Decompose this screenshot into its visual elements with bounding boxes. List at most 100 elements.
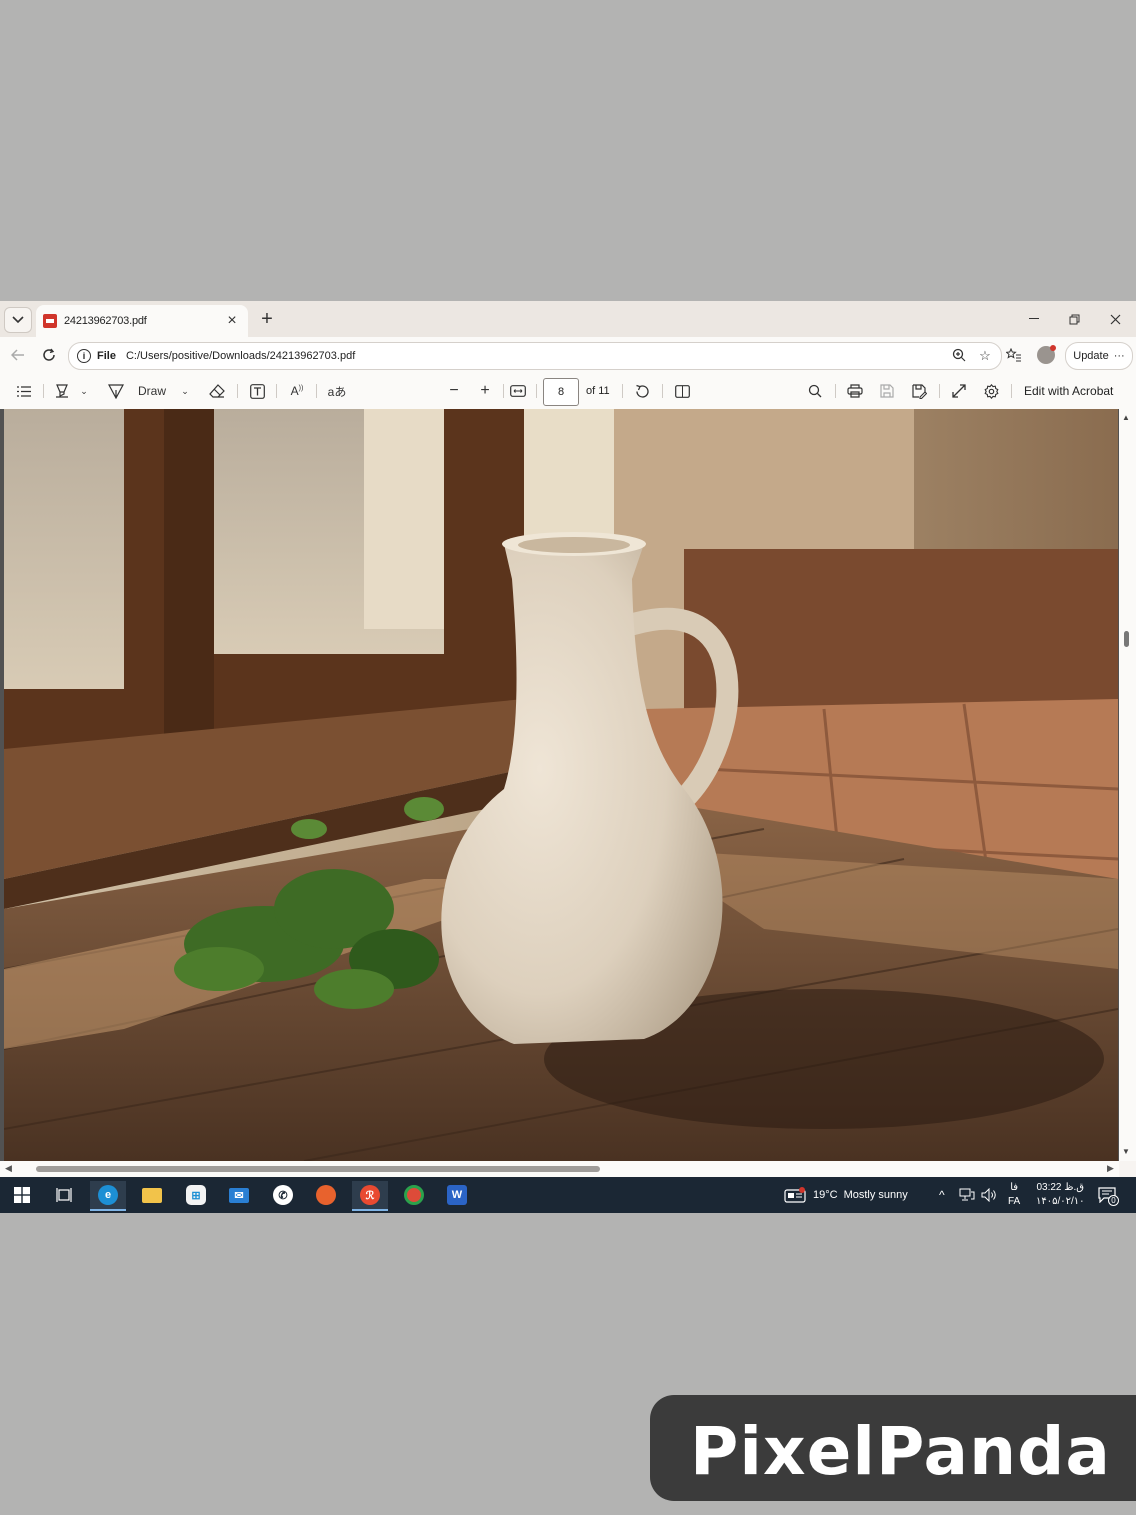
draw-button[interactable]: Draw	[108, 379, 178, 403]
pdf-viewport[interactable]: ▲ ▼	[0, 409, 1136, 1161]
profile-avatar[interactable]	[1036, 342, 1056, 368]
fit-page-button[interactable]	[506, 379, 530, 403]
save-as-button[interactable]	[907, 379, 931, 403]
eraser-icon	[209, 384, 225, 398]
toolbar-divider	[536, 384, 537, 398]
taskbar-edge[interactable]: e	[90, 1181, 126, 1211]
taskbar-mail[interactable]: ✉	[221, 1181, 257, 1209]
add-text-button[interactable]	[245, 379, 269, 403]
notifications-button[interactable]: 0	[1098, 1177, 1127, 1213]
restore-button[interactable]	[1054, 301, 1094, 337]
info-icon[interactable]: i	[77, 349, 91, 363]
restore-icon	[1069, 314, 1079, 324]
tab-strip: 24213962703.pdf × +	[0, 301, 1136, 337]
taskbar-whatsapp[interactable]: ✆	[265, 1181, 301, 1209]
toolbar-divider	[276, 384, 277, 398]
volume-icon[interactable]	[981, 1177, 997, 1213]
vertical-scroll-thumb[interactable]	[1124, 631, 1129, 647]
new-tab-button[interactable]: +	[256, 308, 278, 330]
folder-icon	[142, 1187, 162, 1203]
clock[interactable]: 03:22 ق.ظ ۱۴۰۵/۰۲/۱۰	[1036, 1177, 1085, 1213]
find-button[interactable]	[803, 379, 827, 403]
favorites-icon[interactable]	[1004, 342, 1024, 368]
task-view-button[interactable]	[46, 1181, 82, 1209]
whatsapp-icon: ✆	[273, 1185, 293, 1205]
url-text[interactable]: C:/Users/positive/Downloads/24213962703.…	[126, 350, 949, 362]
toolbar-divider	[939, 384, 940, 398]
chevron-down-icon: ⌄	[80, 385, 88, 396]
page-view-button[interactable]	[670, 379, 694, 403]
close-tab-icon[interactable]: ×	[222, 312, 242, 330]
more-icon: ···	[1113, 350, 1125, 362]
highlight-dropdown[interactable]: ⌄	[76, 379, 92, 403]
browser-window: 24213962703.pdf × + i File C:/Users/posi…	[0, 301, 1136, 1213]
weather-widget[interactable]: 19°C Mostly sunny	[784, 1177, 908, 1213]
scroll-down-icon[interactable]: ▼	[1122, 1147, 1130, 1156]
scroll-up-icon[interactable]: ▲	[1122, 413, 1130, 422]
tab-pdf[interactable]: 24213962703.pdf ×	[36, 305, 248, 337]
close-window-button[interactable]	[1095, 301, 1135, 337]
taskbar-firefox[interactable]	[308, 1181, 344, 1209]
address-bar[interactable]: i File C:/Users/positive/Downloads/24213…	[68, 342, 1002, 370]
reload-icon	[43, 348, 55, 361]
favorite-star-icon[interactable]: ☆	[975, 348, 995, 364]
rotate-icon	[635, 384, 649, 398]
pdf-file-icon	[43, 314, 57, 328]
zoom-in-button[interactable]: +	[473, 379, 497, 403]
print-button[interactable]	[843, 379, 867, 403]
erase-button[interactable]	[205, 379, 229, 403]
settings-button[interactable]	[979, 379, 1003, 403]
read-aloud-button[interactable]: A))	[285, 379, 309, 403]
start-button[interactable]	[4, 1181, 40, 1209]
chevron-up-icon: ^	[939, 1188, 945, 1202]
watermark-text: PixelPanda	[690, 1413, 1111, 1490]
taskbar-acrobat[interactable]: ℛ	[352, 1181, 388, 1211]
taskbar-chrome[interactable]	[396, 1181, 432, 1209]
zoom-icon[interactable]	[949, 348, 969, 365]
page-number-input[interactable]: 8	[543, 378, 579, 406]
chevron-down-icon	[12, 316, 24, 324]
show-hidden-icons-button[interactable]: ^	[939, 1177, 945, 1213]
toolbar-divider	[503, 384, 504, 398]
read-aloud-icon: A))	[290, 384, 304, 398]
contents-button[interactable]	[12, 379, 36, 403]
rotate-button[interactable]	[630, 379, 654, 403]
reload-button[interactable]	[37, 343, 61, 367]
network-icon[interactable]	[959, 1177, 975, 1213]
pdf-toolbar: ⌄ Draw ⌄ A)) aあ − + 8 of 11 Edit with Ac…	[0, 373, 1136, 410]
scroll-right-icon[interactable]: ▶	[1107, 1163, 1114, 1174]
toolbar-divider	[835, 384, 836, 398]
highlighter-icon	[56, 384, 68, 398]
zoom-out-button[interactable]: −	[442, 379, 466, 403]
firefox-icon	[316, 1185, 336, 1205]
chrome-icon	[404, 1185, 424, 1205]
ceramic-jug-photo	[4, 409, 1118, 1161]
translate-button[interactable]: aあ	[324, 379, 350, 403]
highlight-button[interactable]	[50, 379, 74, 403]
update-label: Update	[1073, 350, 1109, 362]
tab-actions-button[interactable]	[4, 307, 32, 333]
minimize-button[interactable]	[1014, 301, 1054, 337]
two-page-icon	[674, 384, 690, 398]
draw-dropdown[interactable]: ⌄	[177, 379, 193, 403]
weather-temperature: 19°C	[813, 1189, 838, 1201]
update-button[interactable]: Update ···	[1065, 342, 1133, 370]
mail-icon: ✉	[229, 1187, 249, 1203]
edit-with-acrobat-button[interactable]: Edit with Acrobat	[1024, 379, 1113, 403]
vertical-scrollbar[interactable]: ▲ ▼	[1119, 409, 1136, 1161]
taskbar-file-explorer[interactable]	[134, 1181, 170, 1209]
toolbar-divider	[662, 384, 663, 398]
input-language[interactable]: فا FA	[1008, 1177, 1020, 1213]
save-button[interactable]	[875, 379, 899, 403]
toolbar-divider	[1011, 384, 1012, 398]
tab-title: 24213962703.pdf	[64, 315, 147, 327]
horizontal-scrollbar[interactable]: ◀ ▶	[0, 1161, 1119, 1177]
scroll-left-icon[interactable]: ◀	[5, 1163, 12, 1174]
taskbar-word[interactable]: W	[439, 1181, 475, 1209]
horizontal-scroll-thumb[interactable]	[36, 1166, 600, 1172]
fullscreen-button[interactable]	[947, 379, 971, 403]
clock-date: ۱۴۰۵/۰۲/۱۰	[1036, 1196, 1085, 1207]
toolbar-divider	[237, 384, 238, 398]
back-button[interactable]	[6, 343, 30, 367]
taskbar-store[interactable]: ⊞	[178, 1181, 214, 1209]
